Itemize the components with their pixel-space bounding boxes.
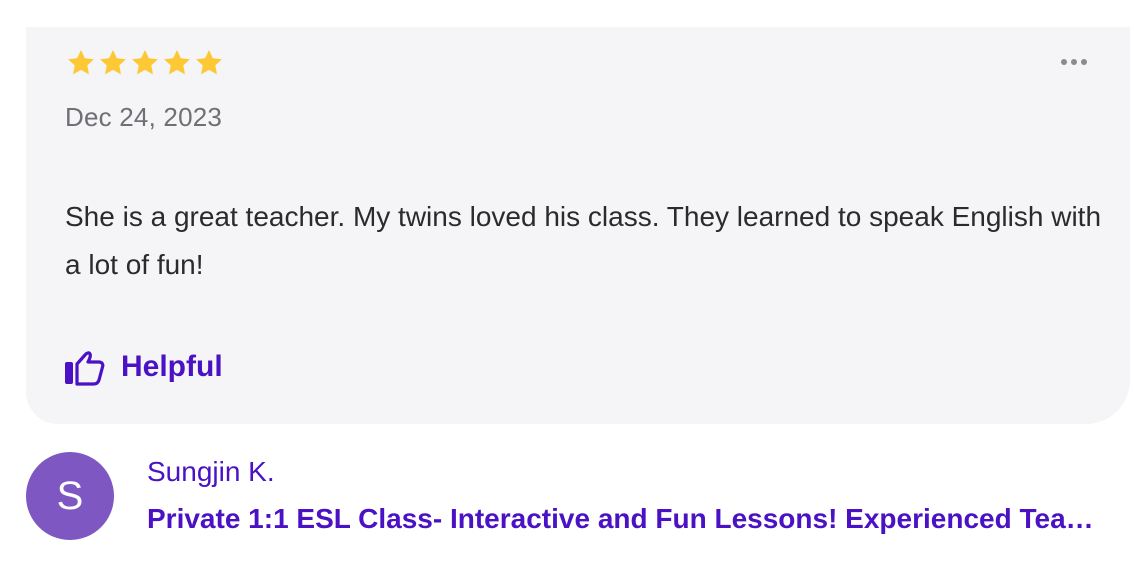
star-icon [164,49,190,75]
star-icon [196,49,222,75]
helpful-button[interactable]: Helpful [63,347,223,387]
star-icon [132,49,158,75]
more-options-button[interactable] [1058,55,1090,69]
helpful-label: Helpful [121,350,223,383]
ellipsis-icon [1071,59,1077,65]
review-date: Dec 24, 2023 [65,102,223,132]
star-rating [65,47,225,79]
ellipsis-icon [1081,59,1087,65]
thumbs-up-icon [65,351,105,386]
review-text: She is a great teacher. My twins loved h… [65,201,1102,280]
class-title-link[interactable]: Private 1:1 ESL Class- Interactive and F… [147,503,1107,535]
review-card: Dec 24, 2023 She is a great teacher. My … [26,27,1130,424]
avatar-initial: S [56,473,84,518]
reviewer-name-link[interactable]: Sungjin K. [147,456,275,488]
star-icon [100,49,126,75]
star-icon [68,49,94,75]
avatar: S [26,452,114,540]
ellipsis-icon [1061,59,1067,65]
